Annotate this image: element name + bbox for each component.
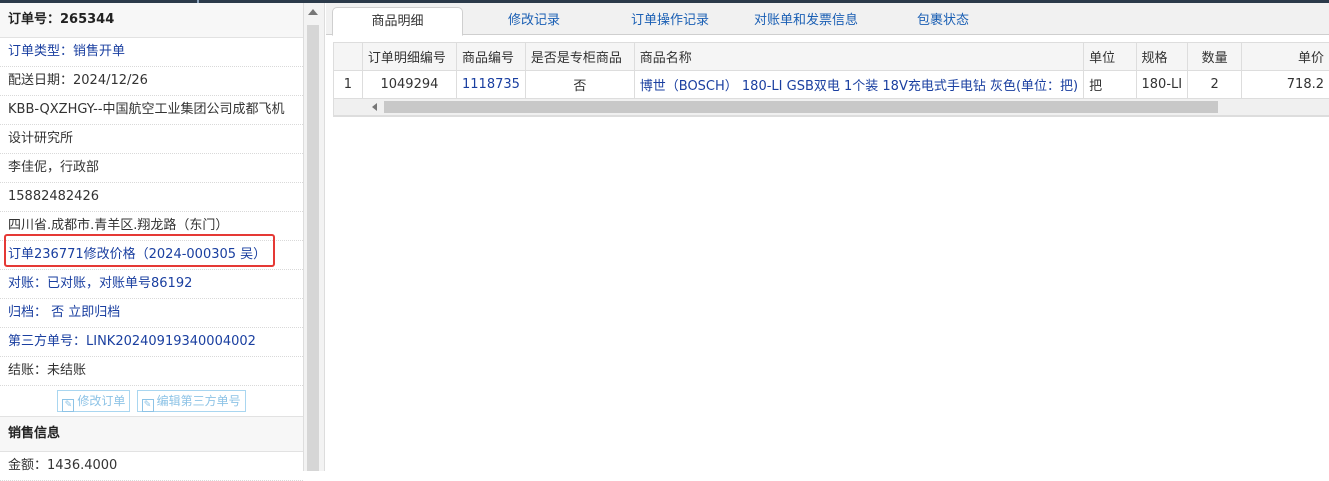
quantity: 2	[1187, 70, 1242, 99]
reconciliation-link[interactable]: 对账：已对账，对账单号86192	[0, 270, 303, 299]
col-header-quantity[interactable]: 数量	[1187, 43, 1242, 71]
tab-package-status[interactable]: 包裹状态	[898, 7, 988, 34]
amount: 金额：1436.4000	[0, 452, 303, 481]
delivery-date: 配送日期：2024/12/26	[0, 67, 303, 96]
edit-icon: ✎	[141, 398, 154, 412]
customer-name: KBB-QXZHGY--中国航空工业集团公司成都飞机	[0, 96, 303, 125]
scroll-left-icon[interactable]	[372, 103, 377, 111]
product-table: 订单明细编号 商品编号 是否是专柜商品 商品名称 单位 规格 数量 单价 1 1…	[333, 42, 1329, 117]
col-header-unit[interactable]: 单位	[1083, 43, 1137, 71]
spec: 180-LI	[1136, 70, 1189, 99]
tab-reconciliation-invoice[interactable]: 对账单和发票信息	[744, 7, 868, 34]
tab-product-details[interactable]: 商品明细	[332, 7, 463, 36]
product-name-link[interactable]: 博世（BOSCH） 180-LI GSB双电 1个装 18V充电式手电钻 灰色(…	[634, 70, 1085, 99]
detail-panel: 商品明细 修改记录 订单操作记录 对账单和发票信息 包裹状态 订单明细编号 商品…	[326, 3, 1329, 471]
table-row[interactable]: 1 1049294 1118735 否 博世（BOSCH） 180-LI GSB…	[334, 70, 1329, 99]
contact-person: 李佳伲，行政部	[0, 154, 303, 183]
row-index: 1	[334, 70, 363, 99]
col-header-detail-id[interactable]: 订单明细编号	[362, 43, 458, 71]
col-header-product-id[interactable]: 商品编号	[456, 43, 526, 71]
third-party-order-link[interactable]: 第三方单号：LINK20240919340004002	[0, 328, 303, 357]
unit: 把	[1083, 70, 1137, 99]
tab-change-log[interactable]: 修改记录	[476, 7, 592, 34]
order-info-panel: 订单号：265344 订单类型：销售开单 配送日期：2024/12/26 KBB…	[0, 3, 303, 481]
order-number-header: 订单号：265344	[0, 3, 303, 38]
table-header-row: 订单明细编号 商品编号 是否是专柜商品 商品名称 单位 规格 数量 单价	[334, 43, 1329, 71]
order-type: 订单类型：销售开单	[0, 38, 303, 67]
panel-splitter[interactable]	[303, 3, 325, 471]
product-id-link[interactable]: 1118735	[456, 70, 526, 99]
edit-icon: ✎	[62, 398, 75, 412]
edit-third-party-button[interactable]: ✎ 编辑第三方单号	[136, 389, 246, 412]
detail-id: 1049294	[362, 70, 458, 99]
customer-name-cont: 设计研究所	[0, 125, 303, 154]
archive-link[interactable]: 归档： 否 立即归档	[0, 299, 303, 328]
horizontal-scrollbar-thumb[interactable]	[384, 101, 1218, 113]
action-buttons: ✎ 修改订单 ✎ 编辑第三方单号	[0, 386, 303, 417]
tab-order-operations[interactable]: 订单操作记录	[613, 7, 727, 34]
tab-bar: 商品明细 修改记录 订单操作记录 对账单和发票信息 包裹状态	[326, 3, 1329, 36]
col-header-price[interactable]: 单价	[1241, 43, 1329, 71]
col-header-product-name[interactable]: 商品名称	[634, 43, 1085, 71]
counter-flag: 否	[525, 70, 635, 99]
sales-info-header: 销售信息	[0, 417, 303, 452]
col-header-index	[334, 43, 363, 71]
scrollbar-thumb[interactable]	[307, 25, 319, 471]
scroll-up-icon[interactable]	[308, 9, 318, 15]
horizontal-scrollbar[interactable]	[334, 99, 1329, 116]
contact-phone: 15882482426	[0, 183, 303, 212]
settlement-status: 结账：未结账	[0, 357, 303, 386]
unit-price: 718.2	[1241, 70, 1329, 99]
highlight-box	[4, 234, 275, 267]
col-header-spec[interactable]: 规格	[1136, 43, 1189, 71]
edit-order-button[interactable]: ✎ 修改订单	[57, 389, 131, 412]
col-header-counter[interactable]: 是否是专柜商品	[525, 43, 635, 71]
